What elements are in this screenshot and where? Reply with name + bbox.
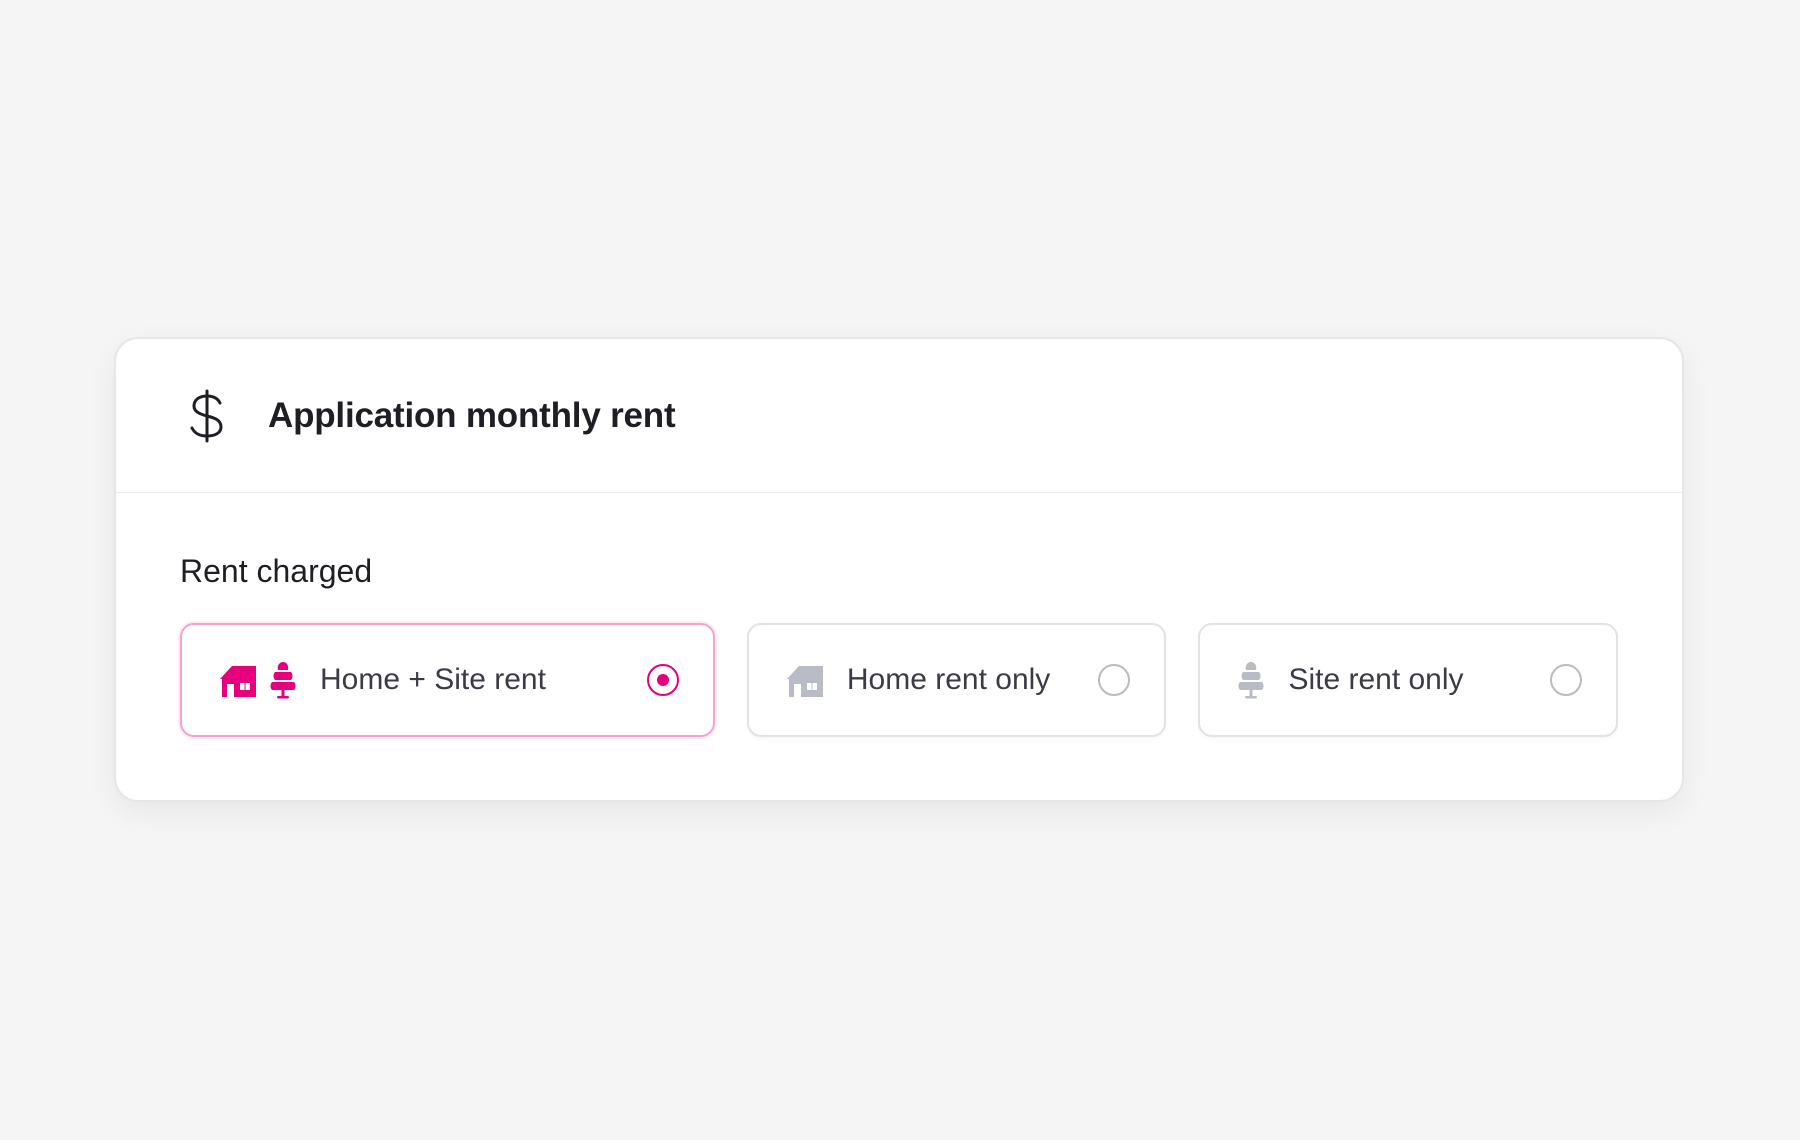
option-home-rent-only[interactable]: Home rent only [746, 623, 1167, 737]
house-icon [786, 666, 823, 697]
radio-unselected[interactable] [1098, 664, 1131, 696]
option-home-site-rent[interactable]: Home + Site rent [180, 623, 715, 737]
rent-options-group: Home + Site rent Home rent only Site ren… [180, 623, 1618, 737]
card-header: Application monthly rent [116, 339, 1682, 493]
tree-icon [1238, 662, 1264, 699]
option-label: Home + Site rent [320, 663, 546, 696]
radio-unselected[interactable] [1550, 664, 1582, 696]
dollar-icon [190, 389, 223, 442]
option-site-rent-only[interactable]: Site rent only [1198, 623, 1618, 737]
option-icons [218, 661, 298, 699]
tree-icon [270, 662, 296, 699]
rent-card: Application monthly rent Rent charged Ho… [114, 337, 1684, 802]
card-body: Rent charged Home + Site rent Home rent … [116, 553, 1682, 737]
rent-charged-label: Rent charged [180, 553, 373, 589]
option-label: Home rent only [846, 663, 1051, 696]
option-label: Site rent only [1288, 663, 1464, 696]
house-icon [220, 666, 256, 697]
card-title: Application monthly rent [268, 395, 676, 435]
radio-selected[interactable] [646, 664, 679, 696]
option-icons [785, 663, 825, 697]
option-icons [1236, 661, 1266, 699]
